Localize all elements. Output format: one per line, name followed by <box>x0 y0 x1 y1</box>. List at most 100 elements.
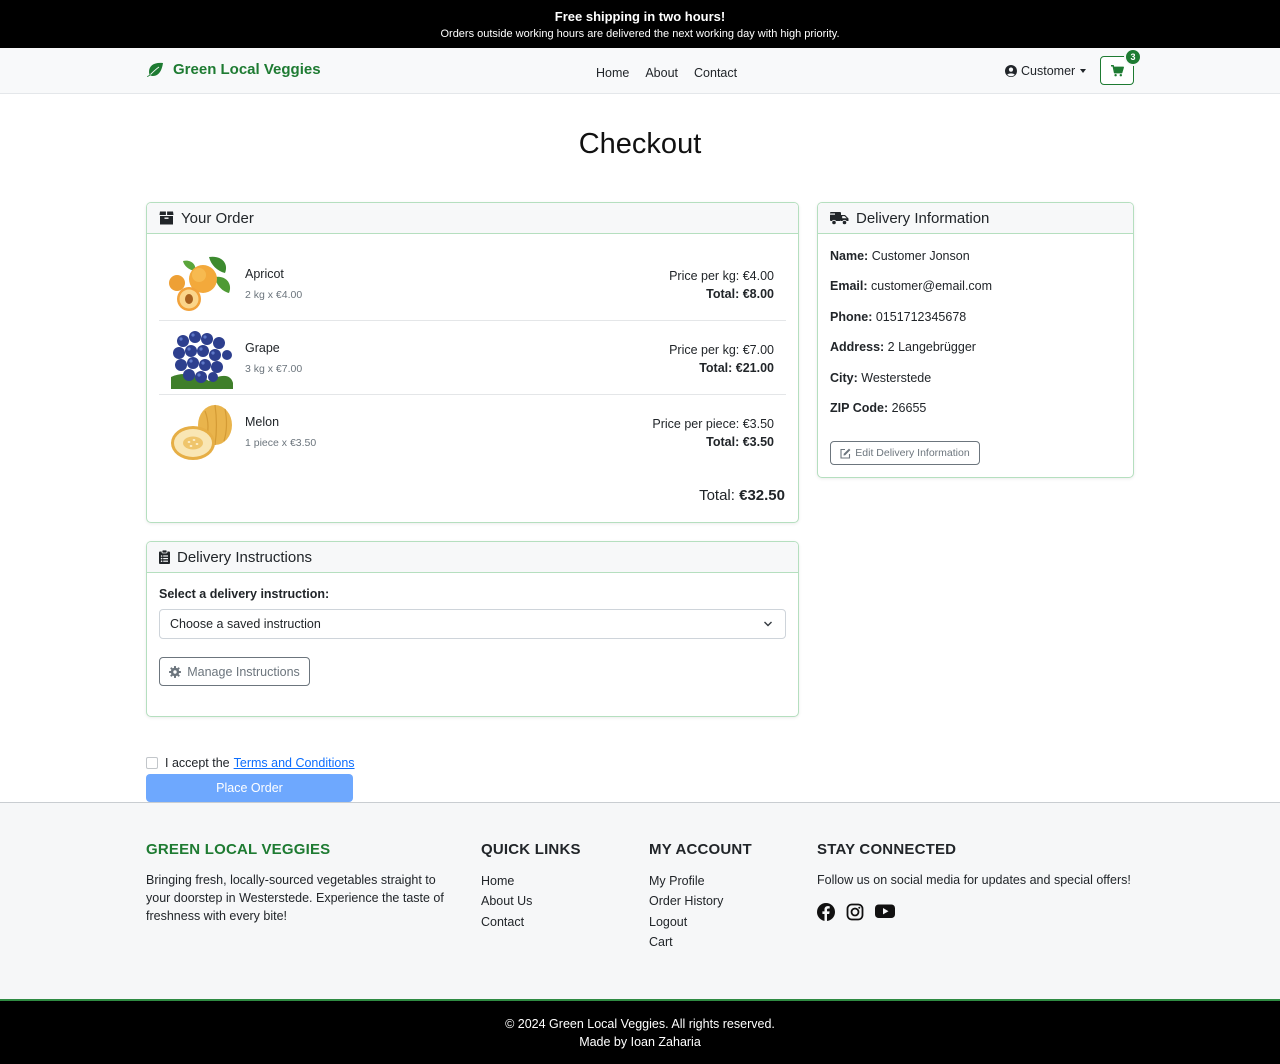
grand-total-label: Total: <box>699 487 735 504</box>
copyright-text: © 2024 Green Local Veggies. All rights r… <box>505 1017 775 1031</box>
edit-delivery-label: Edit Delivery Information <box>855 447 970 459</box>
clipboard-list-icon <box>159 550 170 564</box>
page-title: Checkout <box>578 128 702 160</box>
row-value: 2 Langebrügger <box>887 340 976 354</box>
row-label: Name: <box>830 249 869 263</box>
footer-link-logout[interactable]: Logout <box>649 912 752 932</box>
chevron-down-icon <box>764 621 772 627</box>
instagram-icon[interactable] <box>846 903 864 921</box>
order-item: Melon 1 piece x €3.50 Price per piece: €… <box>159 393 786 467</box>
footer-link-cart[interactable]: Cart <box>649 932 752 952</box>
row-label: ZIP Code: <box>830 401 889 415</box>
user-menu-dropdown[interactable]: Customer <box>1005 64 1087 78</box>
delivery-card-title: Delivery Information <box>856 209 990 227</box>
order-card-title: Your Order <box>181 209 254 227</box>
item-quantity: 3 kg x €7.00 <box>245 363 303 375</box>
footer-bottom-bar: © 2024 Green Local Veggies. All rights r… <box>0 1001 1280 1064</box>
navbar: Green Local Veggies Home About Contact C… <box>0 48 1280 94</box>
row-value: 0151712345678 <box>875 310 967 324</box>
footer-link-about[interactable]: About Us <box>481 891 581 911</box>
instruction-select-label: Select a delivery instruction: <box>159 587 330 601</box>
melon-image <box>171 404 232 460</box>
order-item: Grape 3 kg x €7.00 Price per kg: €7.00 T… <box>159 319 786 393</box>
footer-brand-title: GREEN LOCAL VEGGIES <box>146 841 331 858</box>
footer-link-contact[interactable]: Contact <box>481 912 581 932</box>
item-total: Total: €8.00 <box>706 287 774 301</box>
grand-total-value: €32.50 <box>739 487 785 504</box>
item-quantity: 2 kg x €4.00 <box>245 289 303 301</box>
gear-icon <box>169 665 182 678</box>
item-unit-price: Price per piece: €3.50 <box>652 417 774 431</box>
row-value: customer@email.com <box>871 279 993 293</box>
delivery-name-row: Name: Customer Jonson <box>830 249 970 263</box>
terms-prefix: I accept the <box>165 756 230 770</box>
facebook-icon[interactable] <box>817 903 835 921</box>
main-nav: Home About Contact <box>596 66 737 80</box>
youtube-icon[interactable] <box>875 903 895 921</box>
item-total: Total: €21.00 <box>699 361 774 375</box>
order-card: Your Order Apricot 2 kg x €4.00 Price pe… <box>146 202 799 523</box>
order-item: Apricot 2 kg x €4.00 Price per kg: €4.00… <box>159 245 786 319</box>
order-card-header: Your Order <box>147 203 798 234</box>
place-order-button[interactable]: Place Order <box>146 774 353 802</box>
nav-contact[interactable]: Contact <box>694 66 737 80</box>
order-grand-total: Total: €32.50 <box>699 487 785 504</box>
truck-icon <box>830 212 849 225</box>
my-account-title: MY ACCOUNT <box>649 841 752 858</box>
brand-name: Green Local Veggies <box>173 61 321 78</box>
terms-row: I accept the Terms and Conditions <box>146 756 355 770</box>
delivery-instructions-card: Delivery Instructions Select a delivery … <box>146 541 799 717</box>
footer: GREEN LOCAL VEGGIES Bringing fresh, loca… <box>0 802 1280 1001</box>
footer-my-account: MY ACCOUNT My Profile Order History Logo… <box>649 841 752 952</box>
stay-connected-title: STAY CONNECTED <box>817 841 957 858</box>
shipping-banner: Free shipping in two hours! Orders outsi… <box>0 0 1280 48</box>
leaf-icon <box>147 62 163 77</box>
row-value: Westerstede <box>861 371 932 385</box>
cart-count-badge: 3 <box>1124 48 1142 66</box>
footer-link-home[interactable]: Home <box>481 871 581 891</box>
caret-down-icon <box>1080 69 1087 73</box>
item-name: Grape <box>245 341 280 355</box>
manage-instructions-button[interactable]: Manage Instructions <box>159 657 310 686</box>
user-circle-icon <box>1005 65 1017 77</box>
stay-connected-text: Follow us on social media for updates an… <box>817 873 1131 887</box>
terms-link[interactable]: Terms and Conditions <box>234 756 355 770</box>
terms-checkbox[interactable] <box>146 757 158 769</box>
footer-quick-links: QUICK LINKS Home About Us Contact <box>481 841 581 932</box>
delivery-city-row: City: Westerstede <box>830 371 931 385</box>
row-label: Email: <box>830 279 868 293</box>
nav-home[interactable]: Home <box>596 66 629 80</box>
row-value: 26655 <box>891 401 927 415</box>
delivery-phone-row: Phone: 0151712345678 <box>830 310 966 324</box>
item-unit-price: Price per kg: €4.00 <box>669 269 774 283</box>
edit-delivery-button[interactable]: Edit Delivery Information <box>830 441 980 465</box>
item-name: Apricot <box>245 267 284 281</box>
instructions-card-header: Delivery Instructions <box>147 542 798 573</box>
nav-about[interactable]: About <box>645 66 678 80</box>
footer-link-profile[interactable]: My Profile <box>649 871 752 891</box>
row-label: Address: <box>830 340 885 354</box>
instructions-card-title: Delivery Instructions <box>177 548 313 566</box>
manage-instructions-label: Manage Instructions <box>187 664 300 679</box>
delivery-card-header: Delivery Information <box>818 203 1133 234</box>
row-label: Phone: <box>830 310 873 324</box>
grape-image <box>171 331 233 389</box>
item-name: Melon <box>245 415 280 429</box>
row-value: Customer Jonson <box>871 249 970 263</box>
delivery-address-row: Address: 2 Langebrügger <box>830 340 976 354</box>
edit-icon <box>840 448 851 459</box>
footer-link-order-history[interactable]: Order History <box>649 891 752 911</box>
banner-headline: Free shipping in two hours! <box>554 9 726 24</box>
footer-brand-text: Bringing fresh, locally-sourced vegetabl… <box>146 873 444 923</box>
delivery-info-card: Delivery Information Name: Customer Jons… <box>817 202 1134 478</box>
brand-link[interactable]: Green Local Veggies <box>146 61 321 78</box>
delivery-zip-row: ZIP Code: 26655 <box>830 401 926 415</box>
delivery-instruction-select[interactable]: Choose a saved instruction <box>159 609 786 639</box>
item-quantity: 1 piece x €3.50 <box>245 437 317 449</box>
item-unit-price: Price per kg: €7.00 <box>669 343 774 357</box>
row-label: City: <box>830 371 858 385</box>
box-icon <box>159 211 174 225</box>
item-total: Total: €3.50 <box>706 435 774 449</box>
banner-subline: Orders outside working hours are deliver… <box>440 28 840 40</box>
footer-stay-connected: STAY CONNECTED Follow us on social media… <box>817 841 1147 921</box>
